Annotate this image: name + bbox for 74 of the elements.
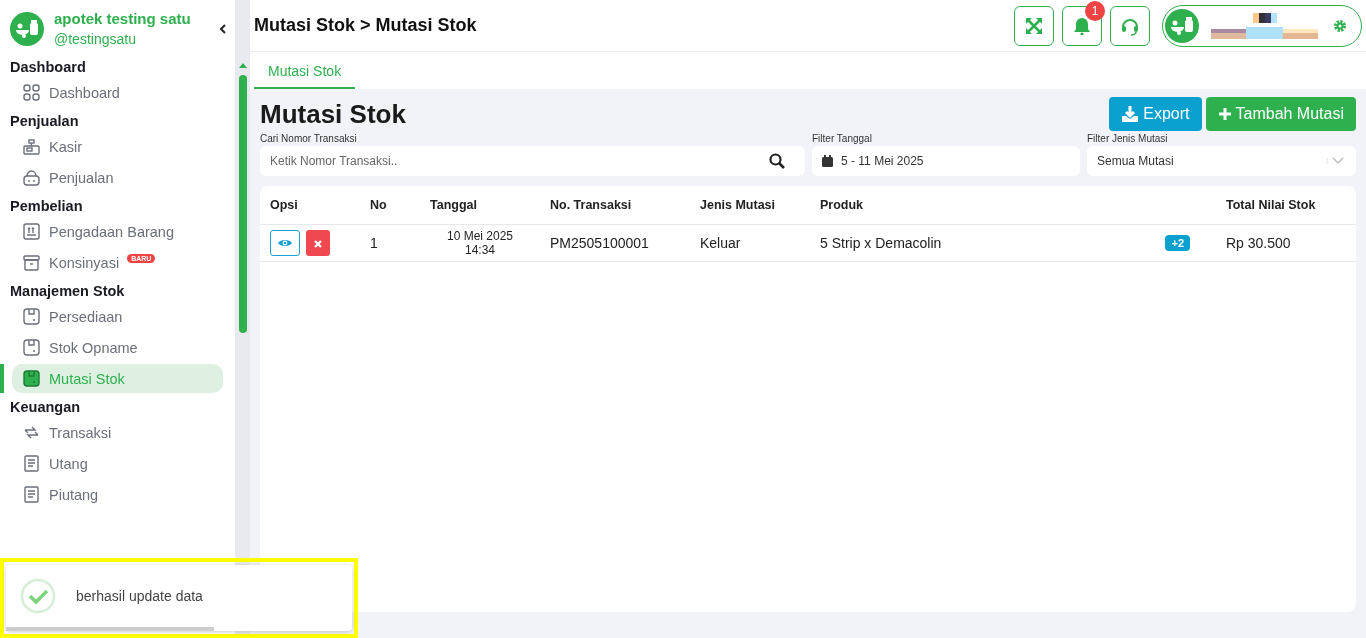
search-icon: [769, 153, 785, 169]
cash-register-icon: [22, 137, 41, 156]
section-heading: Manajemen Stok: [9, 282, 126, 300]
column-header: No: [360, 186, 420, 225]
column-header: Tanggal: [420, 186, 540, 225]
archive-icon: [22, 253, 41, 272]
basket-icon: [22, 168, 41, 187]
sidebar-item[interactable]: Penjualan: [12, 163, 223, 192]
fullscreen-button[interactable]: [1014, 5, 1054, 46]
sidebar-item[interactable]: Stok Opname: [12, 333, 223, 362]
receipt-icon: [22, 454, 41, 473]
column-header: Produk: [810, 186, 1216, 225]
field-label: Filter Jenis Mutasi: [1087, 133, 1169, 144]
sidebar-item[interactable]: Dashboard: [12, 78, 223, 107]
view-button[interactable]: [270, 230, 300, 256]
scrollbar-thumb[interactable]: [238, 75, 247, 333]
export-button[interactable]: Export: [1109, 97, 1202, 131]
field-label: Filter Tanggal: [812, 133, 873, 144]
sidebar-item[interactable]: Persediaan: [12, 302, 223, 331]
bell-icon: [1073, 16, 1091, 35]
collapse-chevron-icon: [219, 23, 227, 34]
column-header: Total Nilai Stok: [1216, 186, 1356, 225]
expand-arrows-icon: [1025, 16, 1043, 35]
table-cell: Keluar: [690, 224, 810, 262]
tab[interactable]: Mutasi Stok: [254, 63, 356, 89]
column-header: Jenis Mutasi: [690, 186, 810, 225]
table-cell: Rp 30.500: [1216, 224, 1356, 262]
sidebar-item[interactable]: Utang: [12, 449, 223, 478]
time-text: 14:34: [464, 243, 496, 257]
section-heading: Keuangan: [9, 398, 82, 416]
grid-icon: [22, 83, 41, 102]
notification-count: 1: [1085, 0, 1105, 21]
toast-message: berhasil update data: [76, 588, 203, 604]
package-icon: [22, 369, 41, 388]
page-title: Mutasi Stok: [260, 98, 406, 130]
package-icon: [22, 307, 41, 326]
box-arrows-icon: [22, 222, 41, 241]
date-text: 10 Mei 2025: [445, 229, 514, 243]
product-name: 5 Strip x Demacolin: [820, 235, 942, 251]
sidebar-item[interactable]: Transaksi: [12, 418, 223, 447]
pharmacy-logo-icon: [1165, 8, 1199, 43]
section-heading: Penjualan: [9, 112, 80, 130]
breadcrumb: Mutasi Stok > Mutasi Stok: [254, 15, 477, 36]
receipt-icon: [22, 485, 41, 504]
close-icon: [314, 239, 322, 248]
section-heading: Pembelian: [9, 197, 84, 215]
eye-icon: [278, 237, 292, 248]
sidebar-item[interactable]: Pengadaan Barang: [12, 217, 223, 246]
store-name: apotek testing satu: [54, 10, 192, 27]
download-icon: [1121, 106, 1140, 122]
check-circle-icon: [20, 578, 56, 614]
search-field[interactable]: Ketik Nomor Transaksi..: [260, 146, 805, 176]
add-button[interactable]: Tambah Mutasi: [1205, 97, 1356, 131]
sidebar-item[interactable]: Kasir: [12, 132, 223, 161]
more-items-badge[interactable]: +2: [1165, 235, 1190, 251]
sidebar-item[interactable]: Piutang: [12, 480, 223, 509]
section-heading: Dashboard: [9, 58, 87, 76]
table-cell: PM2505100001: [540, 224, 690, 262]
table-cell: 1: [360, 224, 420, 262]
column-header: No. Transaksi: [540, 186, 690, 225]
scroll-up-icon: [237, 62, 248, 68]
plus-icon: [1217, 107, 1232, 121]
store-handle: @testingsatu: [54, 31, 137, 47]
field-label: Cari Nomor Transaksi: [260, 133, 358, 144]
chevron-down-icon: [1326, 156, 1346, 166]
date-field[interactable]: 5 - 11 Mei 2025: [812, 146, 1080, 176]
type-dropdown[interactable]: Semua Mutasi: [1087, 146, 1356, 176]
settings-icon: [1333, 18, 1347, 33]
package-icon: [22, 338, 41, 357]
delete-button[interactable]: [306, 230, 330, 256]
column-header: Opsi: [260, 186, 360, 225]
pharmacy-logo-icon: [10, 11, 44, 46]
calendar-icon: [822, 155, 833, 167]
support-button[interactable]: [1110, 5, 1150, 46]
